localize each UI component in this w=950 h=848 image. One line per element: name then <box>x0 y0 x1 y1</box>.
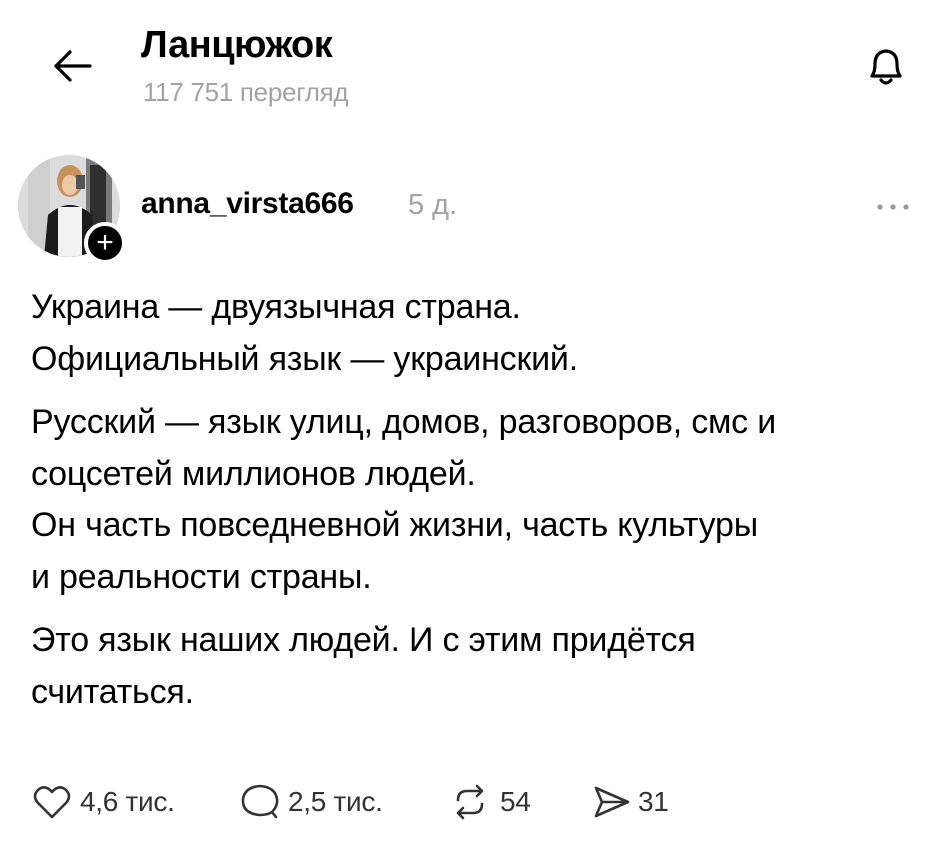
post-line: Это язык наших людей. И с этим придётся <box>31 621 696 659</box>
plus-icon: + <box>96 226 114 259</box>
post-line: Русский — язык улиц, домов, разговоров, … <box>31 403 777 441</box>
repost-button[interactable]: 54 <box>448 780 548 824</box>
post-body: Украина — двуязычная страна. Официальный… <box>31 282 931 730</box>
like-button[interactable]: 4,6 тис. <box>30 780 190 824</box>
follow-button[interactable]: + <box>84 222 126 264</box>
send-icon <box>594 786 630 818</box>
heart-icon <box>33 786 71 819</box>
share-button[interactable]: 31 <box>590 780 690 824</box>
post-line: считаться. <box>31 672 194 711</box>
reply-button[interactable]: 2,5 тис. <box>238 780 398 824</box>
post-actions: 4,6 тис. 2,5 тис. 54 31 <box>0 770 950 830</box>
notifications-button[interactable] <box>858 38 914 94</box>
like-count: 4,6 тис. <box>80 786 175 817</box>
page-title: Ланцюжок <box>141 24 333 66</box>
comment-icon <box>241 784 279 819</box>
view-count: 117 751 перегляд <box>143 77 349 107</box>
post-line: Он часть повседневной жизни, часть культ… <box>31 506 758 544</box>
back-button[interactable] <box>46 44 96 88</box>
post-time: 5 д. <box>408 189 458 221</box>
post-paragraph: Это язык наших людей. И с этим придётся … <box>31 615 931 718</box>
arrow-left-icon <box>54 50 92 82</box>
share-count: 31 <box>638 786 669 817</box>
post-paragraph: Украина — двуязычная страна. Официальный… <box>31 282 931 385</box>
post-line: Украина — двуязычная страна. <box>31 288 521 326</box>
bell-icon <box>870 49 902 85</box>
post-line: и реальности страны. <box>31 557 372 596</box>
repost-count: 54 <box>500 786 531 817</box>
reply-count: 2,5 тис. <box>288 786 383 817</box>
post-paragraph: Русский — язык улиц, домов, разговоров, … <box>31 397 931 603</box>
username[interactable]: anna_virsta666 <box>141 187 354 221</box>
header: Ланцюжок 117 751 перегляд <box>0 0 950 130</box>
repost-icon <box>456 784 484 820</box>
post-line: соцсетей миллионов людей. <box>31 454 476 493</box>
ellipsis-icon <box>877 204 909 210</box>
more-button[interactable] <box>872 196 916 218</box>
post-line: Официальный язык — украинский. <box>31 339 578 378</box>
